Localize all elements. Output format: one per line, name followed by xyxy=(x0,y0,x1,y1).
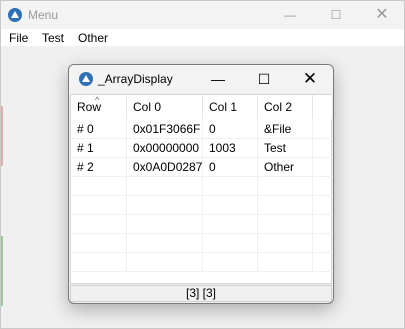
maximize-button[interactable]: ☐ xyxy=(313,1,359,29)
cell-row: # 2 xyxy=(71,158,127,176)
maximize-button[interactable]: ☐ xyxy=(241,65,287,93)
cell-col0: 0x0A0D0287 xyxy=(127,158,203,176)
app-icon xyxy=(8,8,22,22)
column-header-filler xyxy=(313,95,333,119)
cell-col1: 0 xyxy=(203,158,258,176)
menu-window-title: Menu xyxy=(28,8,59,22)
cell-col0: 0x00000000 xyxy=(127,139,203,157)
minimize-button[interactable]: — xyxy=(267,1,313,29)
cell-row: # 0 xyxy=(71,120,127,138)
cell-col0: 0x01F3066F xyxy=(127,120,203,138)
empty-row xyxy=(71,196,333,215)
column-header-col1[interactable]: Col 1 xyxy=(203,95,258,119)
cell-col2: Other xyxy=(258,158,313,176)
cell-col1: 0 xyxy=(203,120,258,138)
menubar: File Test Other xyxy=(1,29,404,46)
empty-row xyxy=(71,253,333,272)
array-listview[interactable]: ^ Row Col 0 Col 1 Col 2 # 0 0x01F3066F 0… xyxy=(70,94,333,284)
array-display-title: _ArrayDisplay xyxy=(98,72,173,86)
column-header-col0[interactable]: Col 0 xyxy=(127,95,203,119)
cell-col2: Test xyxy=(258,139,313,157)
table-row[interactable]: # 1 0x00000000 1003 Test xyxy=(71,139,333,158)
menu-file[interactable]: File xyxy=(9,31,28,45)
minimize-button[interactable]: — xyxy=(195,65,241,93)
array-display-titlebar[interactable]: _ArrayDisplay — ☐ ✕ xyxy=(69,65,333,93)
close-button[interactable]: ✕ xyxy=(359,1,405,29)
empty-row xyxy=(71,177,333,196)
cell-col1: 1003 xyxy=(203,139,258,157)
column-header-row[interactable]: ^ Row xyxy=(71,95,127,119)
array-display-window: _ArrayDisplay — ☐ ✕ ^ Row Col 0 Col 1 Co… xyxy=(68,64,334,304)
empty-row xyxy=(71,215,333,234)
menu-test[interactable]: Test xyxy=(42,31,64,45)
menu-other[interactable]: Other xyxy=(78,31,108,45)
table-row[interactable]: # 2 0x0A0D0287 0 Other xyxy=(71,158,333,177)
edge-artifact-green xyxy=(1,236,3,306)
table-row[interactable]: # 0 0x01F3066F 0 &File xyxy=(71,120,333,139)
empty-row xyxy=(71,234,333,253)
cell-row: # 1 xyxy=(71,139,127,157)
close-button[interactable]: ✕ xyxy=(287,65,333,93)
sort-indicator-icon: ^ xyxy=(95,95,100,105)
app-icon xyxy=(79,72,93,86)
edge-artifact-red xyxy=(1,106,3,166)
cell-col2: &File xyxy=(258,120,313,138)
status-bar: [3] [3] xyxy=(70,285,332,302)
column-header-col2[interactable]: Col 2 xyxy=(258,95,313,119)
listview-header: ^ Row Col 0 Col 1 Col 2 xyxy=(71,95,333,119)
menu-window-titlebar[interactable]: Menu — ☐ ✕ xyxy=(1,1,404,29)
